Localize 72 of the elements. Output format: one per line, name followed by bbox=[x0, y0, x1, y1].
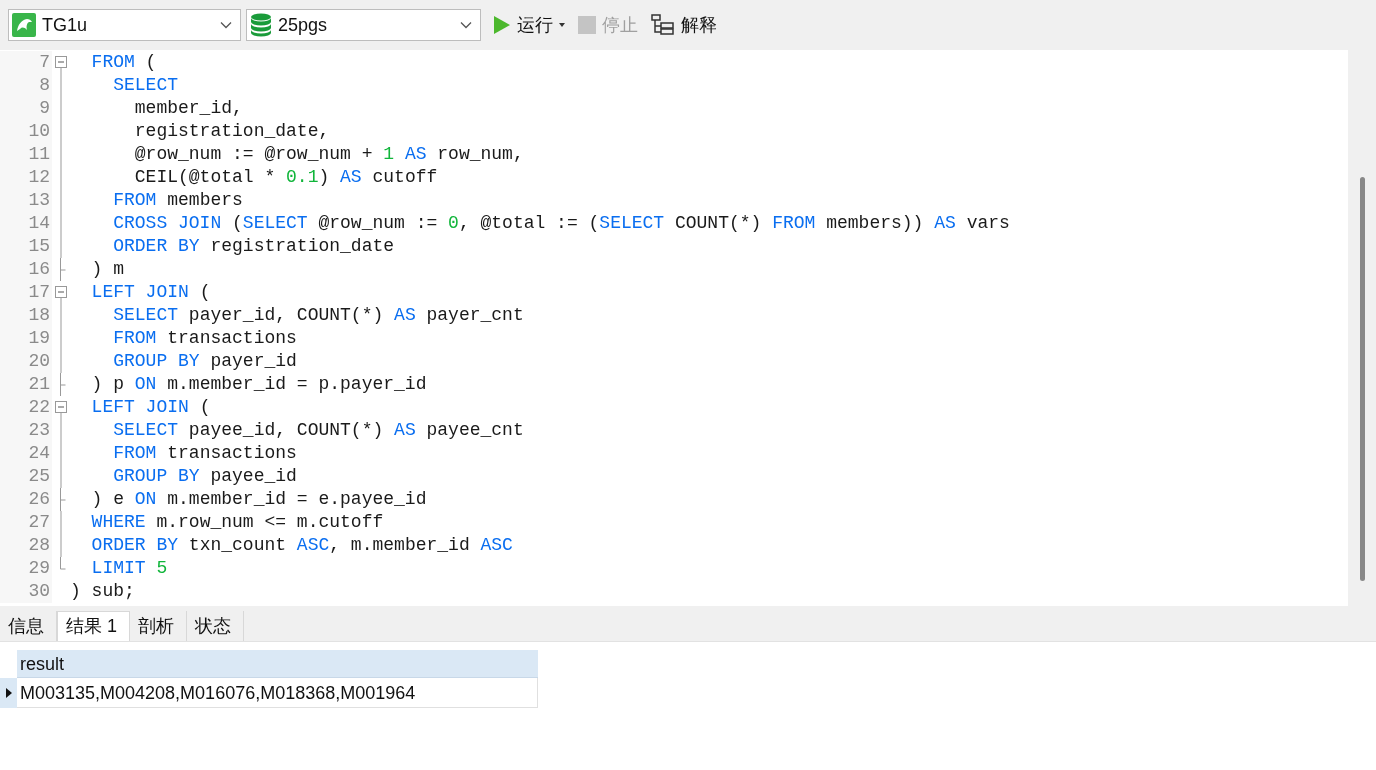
code-line: WHERE m.row_num <= m.cutoff bbox=[90, 511, 384, 534]
code-line: CEIL(@total * 0.1) AS cutoff bbox=[133, 166, 438, 189]
code-line: FROM transactions bbox=[112, 442, 297, 465]
code-line: FROM transactions bbox=[112, 327, 297, 350]
code-line: ) m bbox=[90, 258, 124, 281]
fold-toggle-icon[interactable] bbox=[55, 56, 67, 74]
line-number: 20 bbox=[0, 350, 52, 373]
line-number: 19 bbox=[0, 327, 52, 350]
fold-end-marker bbox=[60, 557, 67, 570]
code-line: ORDER BY txn_count ASC, m.member_id ASC bbox=[90, 534, 513, 557]
line-number: 9 bbox=[0, 97, 52, 120]
line-number: 7 bbox=[0, 51, 52, 74]
code-line: SELECT payer_id, COUNT(*) AS payer_cnt bbox=[112, 304, 524, 327]
code-line: FROM ( bbox=[90, 51, 157, 74]
chevron-down-icon bbox=[460, 21, 472, 29]
fold-toggle-icon[interactable] bbox=[55, 286, 67, 304]
chevron-down-icon bbox=[220, 21, 232, 29]
code-line: GROUP BY payee_id bbox=[112, 465, 297, 488]
line-number: 26 bbox=[0, 488, 52, 511]
code-line: SELECT payee_id, COUNT(*) AS payee_cnt bbox=[112, 419, 524, 442]
code-line: FROM members bbox=[112, 189, 243, 212]
fold-end-marker bbox=[60, 488, 67, 511]
play-icon bbox=[493, 15, 511, 35]
row-indicator[interactable] bbox=[0, 678, 17, 708]
line-number: 23 bbox=[0, 419, 52, 442]
code-line: GROUP BY payer_id bbox=[112, 350, 297, 373]
line-number: 11 bbox=[0, 143, 52, 166]
code-line: SELECT bbox=[112, 74, 179, 97]
code-line: LEFT JOIN ( bbox=[90, 281, 211, 304]
line-number: 17 bbox=[0, 281, 52, 304]
line-number: 27 bbox=[0, 511, 52, 534]
line-number: 18 bbox=[0, 304, 52, 327]
database-icon bbox=[250, 13, 272, 37]
connection-select[interactable]: TG1u bbox=[8, 9, 241, 41]
fold-end-marker bbox=[60, 373, 67, 396]
line-number: 29 bbox=[0, 557, 52, 580]
line-number: 12 bbox=[0, 166, 52, 189]
code-line: LEFT JOIN ( bbox=[90, 396, 211, 419]
fold-end-marker bbox=[60, 258, 67, 281]
line-number: 22 bbox=[0, 396, 52, 419]
select-value: TG1u bbox=[42, 13, 89, 37]
code-line: CROSS JOIN (SELECT @row_num := 0, @total := (SELECT COUNT(*) FROM members)) AS vars bbox=[112, 212, 1010, 235]
code-line: registration_date, bbox=[133, 120, 330, 143]
column-header[interactable]: result bbox=[17, 650, 538, 678]
code-line: member_id, bbox=[133, 97, 243, 120]
explain-button[interactable]: 解释 bbox=[649, 9, 719, 41]
line-number: 8 bbox=[0, 74, 52, 97]
code-line: @row_num := @row_num + 1 AS row_num, bbox=[133, 143, 524, 166]
code-line: LIMIT 5 bbox=[90, 557, 168, 580]
stop-icon bbox=[578, 16, 596, 34]
database-select[interactable]: 25pgs bbox=[246, 9, 481, 41]
code-line: ) sub; bbox=[70, 580, 135, 603]
line-number: 16 bbox=[0, 258, 52, 281]
code-line: ORDER BY registration_date bbox=[112, 235, 395, 258]
line-number: 21 bbox=[0, 373, 52, 396]
scrollbar-thumb[interactable] bbox=[1360, 177, 1365, 581]
code-line: ) p ON m.member_id = p.payer_id bbox=[90, 373, 427, 396]
line-number: 10 bbox=[0, 120, 52, 143]
run-button[interactable]: 运行 bbox=[491, 9, 567, 41]
fold-toggle-icon[interactable] bbox=[55, 401, 67, 419]
line-number: 25 bbox=[0, 465, 52, 488]
line-number: 14 bbox=[0, 212, 52, 235]
line-number: 15 bbox=[0, 235, 52, 258]
line-number: 24 bbox=[0, 442, 52, 465]
line-number: 30 bbox=[0, 580, 52, 603]
line-number: 28 bbox=[0, 534, 52, 557]
line-number: 13 bbox=[0, 189, 52, 212]
tree-diagram-icon bbox=[651, 14, 675, 36]
select-value: 25pgs bbox=[278, 13, 329, 37]
code-line: ) e ON m.member_id = e.payee_id bbox=[90, 488, 427, 511]
table-cell: M003135,M004208,M016076,M018368,M001964 bbox=[17, 678, 538, 708]
result-tab[interactable]: 结果 1 bbox=[57, 611, 130, 641]
